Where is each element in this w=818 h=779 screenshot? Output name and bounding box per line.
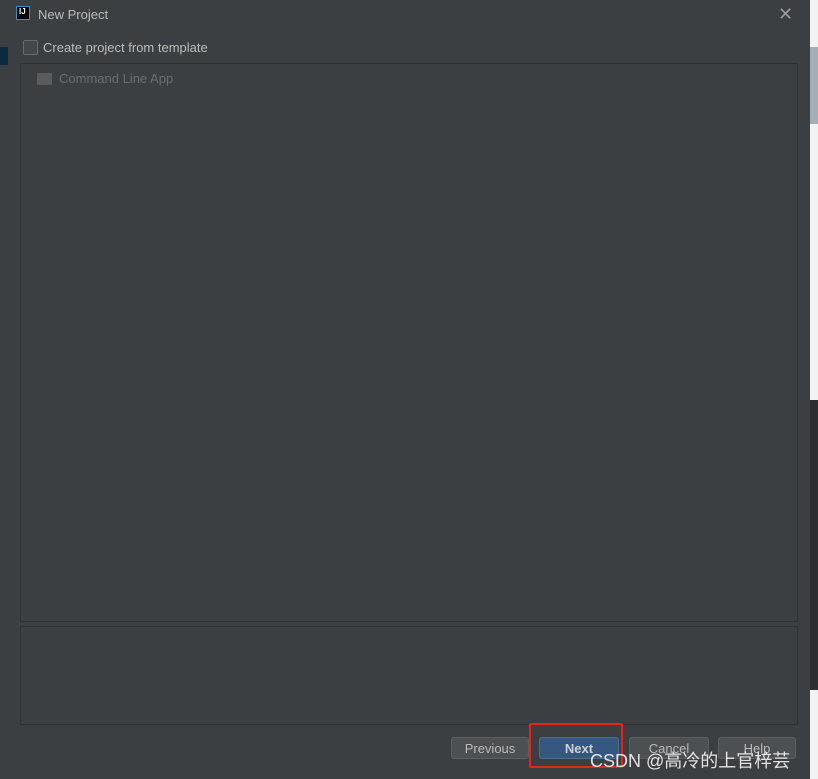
- previous-button[interactable]: Previous: [451, 737, 529, 759]
- close-icon[interactable]: ✕: [778, 4, 793, 25]
- create-from-template-checkbox[interactable]: [23, 40, 38, 55]
- new-project-dialog: IJ New Project ✕ Create project from tem…: [8, 0, 810, 779]
- template-item-command-line-app[interactable]: Command Line App: [37, 71, 173, 86]
- intellij-logo-icon: IJ: [16, 6, 30, 20]
- dialog-title: New Project: [38, 7, 109, 22]
- watermark: CSDN @高冷的上官梓芸: [590, 751, 791, 771]
- background-window-right: [810, 0, 818, 779]
- folder-icon: [37, 72, 52, 85]
- background-window-left: [0, 0, 8, 779]
- template-description-panel: [20, 626, 798, 725]
- template-list: Command Line App: [20, 63, 798, 622]
- template-item-label: Command Line App: [59, 71, 174, 86]
- create-from-template-label[interactable]: Create project from template: [43, 40, 208, 55]
